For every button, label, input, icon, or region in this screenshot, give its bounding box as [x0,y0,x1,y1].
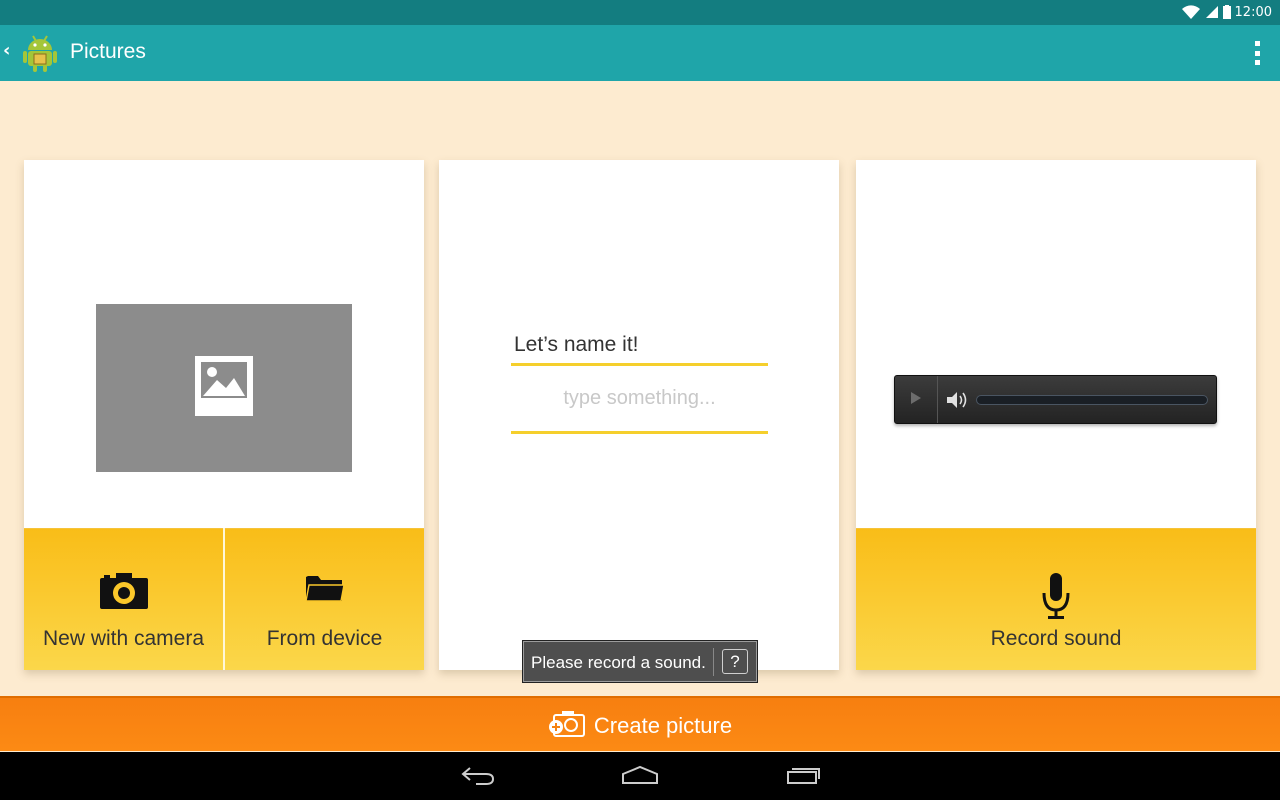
toast-separator [713,648,714,676]
page-title: Pictures [70,40,146,63]
image-preview[interactable] [96,304,352,472]
back-icon [460,765,496,789]
name-card: Let’s name it! [439,160,839,670]
image-placeholder-icon [195,356,253,420]
nav-recent-apps-button[interactable] [783,764,823,790]
back-chevron-icon[interactable]: ‹ [3,40,10,61]
input-underline [511,431,768,434]
home-icon [621,765,659,789]
image-card: New with camera From device [24,160,424,670]
microphone-icon [1041,573,1071,619]
status-time: 12:00 [1234,4,1272,20]
nav-back-button[interactable] [458,764,498,790]
sound-card: Record sound [856,160,1256,670]
wifi-icon [1181,4,1201,20]
play-icon [910,390,922,409]
record-sound-label: Record sound [990,627,1122,650]
help-button[interactable]: ? [722,649,748,674]
volume-button[interactable] [945,389,969,411]
from-device-button[interactable]: From device [225,528,424,670]
recent-apps-icon [785,765,821,789]
folder-icon [304,573,345,609]
navigation-bar [0,752,1280,800]
play-button[interactable] [895,376,938,423]
create-picture-button[interactable]: Create picture [0,696,1280,751]
toast-text: Please record a sound. [531,653,706,672]
app-logo-icon[interactable] [20,32,60,74]
camera-icon [99,573,148,609]
create-picture-label: Create picture [593,713,733,738]
new-with-camera-label: New with camera [42,627,205,650]
audio-player [894,375,1217,424]
battery-icon [1222,5,1231,19]
toast-message: Please record a sound. ? [522,640,758,683]
create-picture-icon [548,709,586,743]
audio-progress-track[interactable] [976,395,1208,405]
signal-icon [1205,5,1219,19]
name-input[interactable] [511,383,768,413]
nav-home-button[interactable] [620,764,660,790]
overflow-menu-icon[interactable] [1252,41,1262,65]
label-underline [511,363,768,366]
new-with-camera-button[interactable]: New with camera [24,528,223,670]
status-icons: 12:00 [1181,4,1272,20]
volume-icon [945,392,969,415]
action-bar: ‹ Pictures [0,25,1280,81]
status-bar: 12:00 [0,0,1280,25]
record-sound-button[interactable]: Record sound [856,528,1256,670]
name-label: Let’s name it! [514,333,639,356]
from-device-label: From device [266,627,383,650]
